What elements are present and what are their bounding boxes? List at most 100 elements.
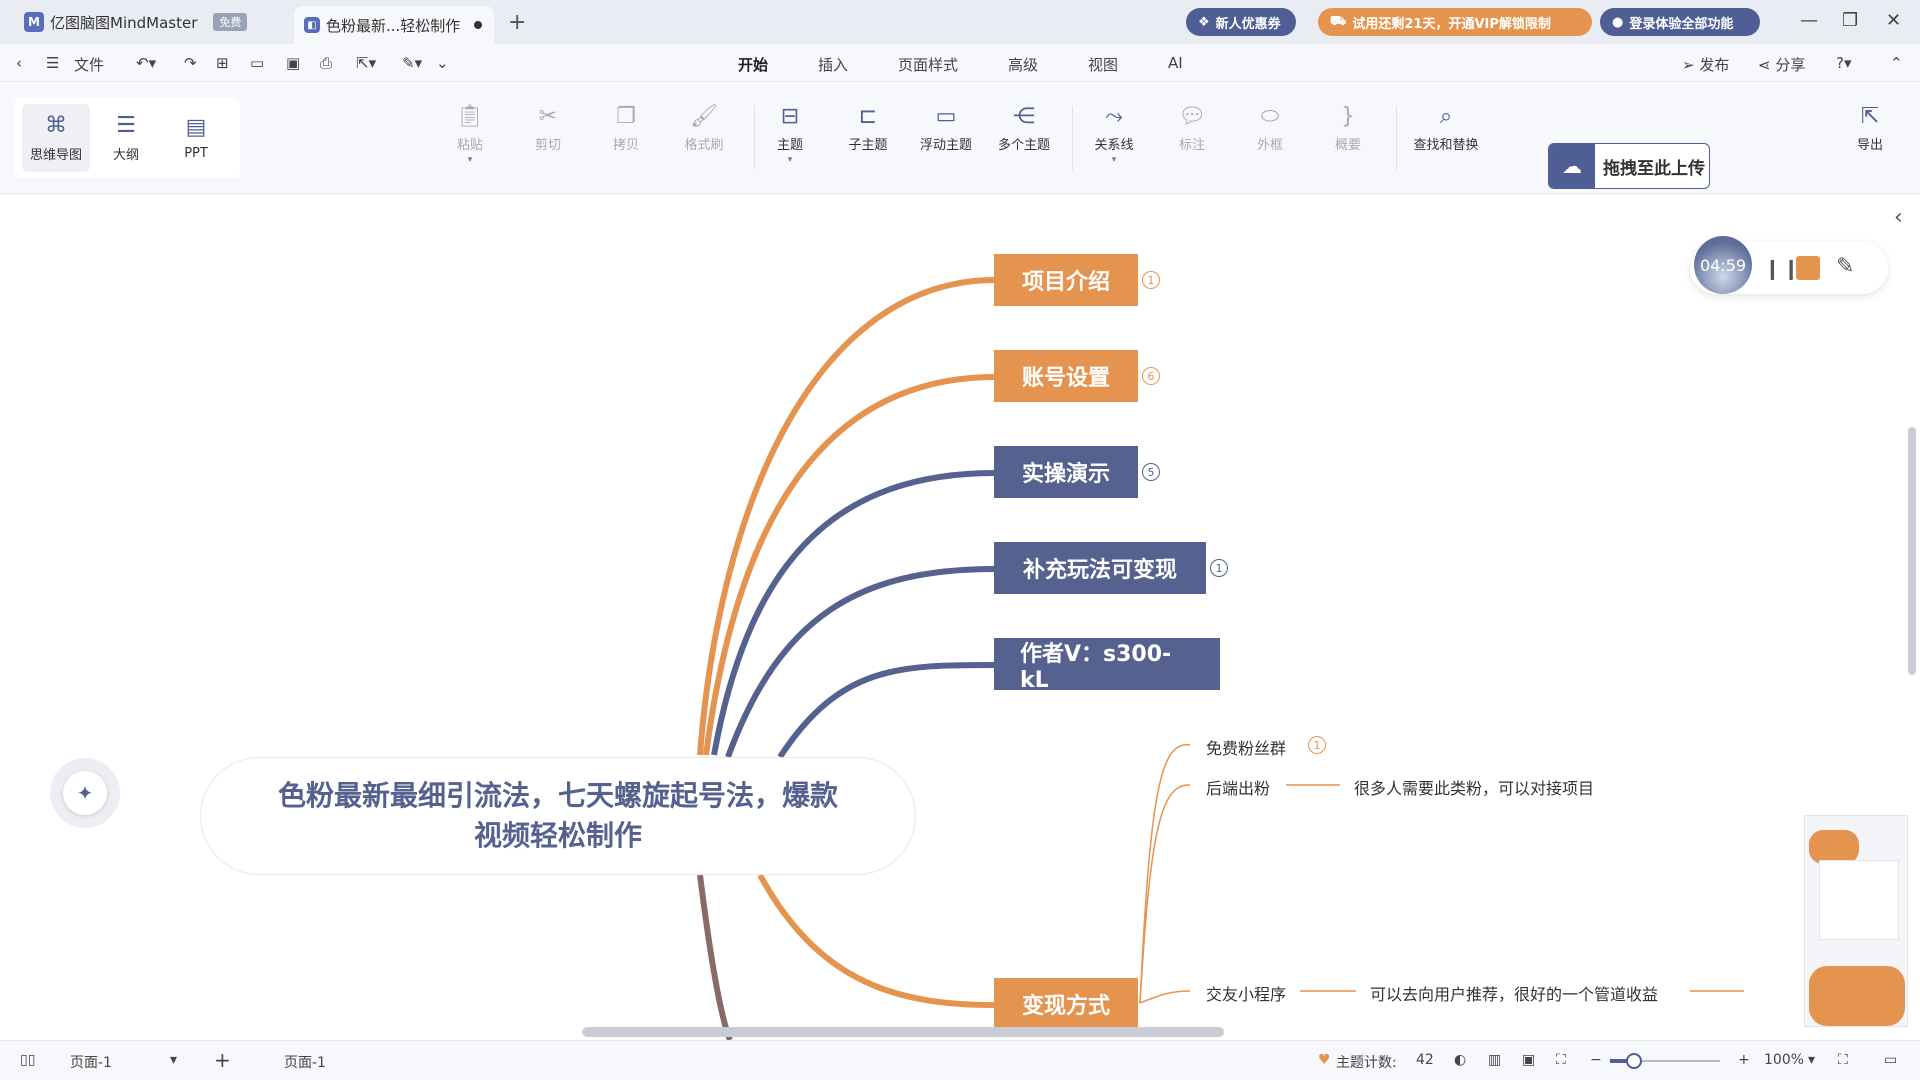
document-tab[interactable]: ◧ 色粉最新...轻松制作 — [294, 6, 494, 44]
fit-page-icon[interactable]: ▣ — [1522, 1052, 1535, 1068]
format-painter-label: 格式刷 — [684, 138, 724, 153]
add-page-icon[interactable]: + — [214, 1048, 231, 1072]
collapse-panel-chevron-left-icon[interactable]: ‹ — [1894, 205, 1920, 245]
export-button[interactable]: ⇱ 导出 — [1830, 104, 1910, 153]
minimap[interactable] — [1804, 815, 1908, 1027]
format-painter-button[interactable]: 🖌︎ 格式刷 — [664, 104, 744, 153]
topic-marker-badge[interactable]: 6 — [1142, 367, 1160, 385]
restore-icon[interactable]: ❐ — [1842, 10, 1858, 31]
topic-button[interactable]: ⊟ 主题 ▾ — [750, 104, 830, 165]
ai-assistant-button[interactable]: ✦ — [50, 758, 120, 828]
drag-upload-button[interactable]: ☁ 拖拽至此上传 — [1548, 143, 1710, 189]
tab-view[interactable]: 视图 — [1088, 54, 1118, 75]
close-icon[interactable]: ✕ — [1886, 10, 1901, 31]
callout-label: 标注 — [1178, 138, 1205, 153]
publish-button[interactable]: ➢ 发布 — [1682, 54, 1729, 75]
central-topic[interactable]: 色粉最新最细引流法，七天螺旋起号法，爆款 视频轻松制作 — [200, 757, 916, 875]
topic-label: 补充玩法可变现 — [1022, 558, 1177, 583]
app-tab[interactable]: M 亿图脑图MindMaster 免费 — [14, 6, 286, 38]
outline-view-button[interactable]: ☰ 大纲 — [92, 104, 160, 172]
help-icon[interactable]: ?▾ — [1836, 54, 1852, 72]
zoom-caret-icon[interactable]: ▾ — [1808, 1052, 1815, 1068]
callout-icon: 💬︎ — [1178, 104, 1206, 129]
login-button[interactable]: ● 登录体验全部功能 — [1600, 8, 1760, 36]
zoom-in-icon[interactable]: + — [1738, 1052, 1750, 1068]
tab-ai[interactable]: AI — [1168, 54, 1183, 72]
tab-advanced[interactable]: 高级 — [1008, 54, 1038, 75]
boundary-button[interactable]: ⬭ 外框 — [1230, 104, 1310, 153]
edit-icon[interactable]: ✎▾ — [402, 54, 422, 72]
panel-toggle-icon[interactable]: ▯▯ — [20, 1052, 35, 1068]
topic-account-setup[interactable]: 账号设置 — [994, 350, 1138, 402]
paste-button[interactable]: 📋︎ 粘贴 ▾ — [430, 104, 510, 165]
sidebar-toggle-icon[interactable]: ▭ — [1884, 1052, 1897, 1068]
trial-label: 试用还剩21天，开通VIP解锁限制 — [1352, 16, 1551, 32]
redo-icon[interactable]: ↷ — [184, 54, 197, 72]
open-folder-icon[interactable]: ▭ — [250, 54, 264, 72]
topic-author-contact[interactable]: 作者V：s300-kL — [994, 638, 1220, 693]
multiple-topics-button[interactable]: ⋲ 多个主题 — [984, 104, 1064, 153]
find-replace-button[interactable]: ⌕ 查找和替换 — [1402, 104, 1490, 153]
page-tab[interactable]: 页面-1 — [284, 1052, 326, 1072]
topic-monetization[interactable]: 变现方式 — [994, 978, 1138, 1030]
subtopic-free-group[interactable]: 免费粉丝群 — [1206, 735, 1286, 759]
zoom-out-icon[interactable]: − — [1590, 1052, 1602, 1068]
cut-button[interactable]: ✂ 剪切 — [508, 104, 588, 153]
subtopic-mini-program[interactable]: 交友小程序 — [1206, 981, 1286, 1005]
tab-page-style[interactable]: 页面样式 — [898, 54, 958, 75]
ppt-view-button[interactable]: ▤ PPT — [162, 104, 230, 172]
horizontal-scrollbar[interactable] — [582, 1027, 1224, 1037]
subtopic-button[interactable]: ⊏ 子主题 — [828, 104, 908, 153]
topic-practice-demo[interactable]: 实操演示 — [994, 446, 1138, 498]
save-icon[interactable]: ▣ — [286, 54, 300, 72]
more-icon[interactable]: ⌄ — [436, 54, 449, 72]
fullscreen-icon[interactable]: ⛶ — [1838, 1052, 1848, 1068]
trial-vip-button[interactable]: ⛟ 试用还剩21天，开通VIP解锁限制 — [1318, 8, 1592, 36]
topic-marker-badge[interactable]: 1 — [1142, 271, 1160, 289]
back-icon[interactable]: ‹ — [16, 54, 22, 72]
stop-icon[interactable] — [1796, 256, 1820, 280]
book-view-icon[interactable]: ▥ — [1488, 1052, 1501, 1068]
mindmap-view-button[interactable]: ⌘ 思维导图 — [22, 104, 90, 172]
tab-start[interactable]: 开始 — [733, 54, 773, 86]
topic-project-intro[interactable]: 项目介绍 — [994, 254, 1138, 306]
subtopic-mini-program-note[interactable]: 可以去向用户推荐，很好的一个管道收益 — [1370, 981, 1658, 1005]
undo-icon[interactable]: ↶▾ — [136, 54, 156, 72]
mindmap-canvas[interactable]: 项目介绍 1 账号设置 6 实操演示 5 补充玩法可变现 1 作者V：s300-… — [0, 195, 1920, 1040]
topic-marker-badge[interactable]: 5 — [1142, 463, 1160, 481]
hamburger-icon[interactable]: ☰ — [46, 54, 59, 72]
topic-caret-icon: ▾ — [787, 155, 793, 165]
print-icon[interactable]: ⎙ — [320, 54, 332, 72]
zoom-level[interactable]: 100% — [1764, 1052, 1804, 1068]
subtopic-backend[interactable]: 后端出粉 — [1206, 775, 1270, 799]
page-select[interactable]: 页面-1 — [70, 1052, 112, 1072]
relationship-button[interactable]: ⤳ 关系线 ▾ — [1074, 104, 1154, 165]
topic-marker-badge[interactable]: 1 — [1210, 559, 1228, 577]
page-select-caret-icon[interactable]: ▾ — [170, 1052, 177, 1068]
multiple-topics-icon: ⋲ — [1013, 104, 1035, 129]
minimize-icon[interactable]: — — [1800, 10, 1818, 31]
subtopic-icon: ⊏ — [858, 104, 878, 129]
branch-line — [777, 662, 996, 759]
zoom-slider-handle[interactable] — [1626, 1053, 1643, 1069]
collapse-ribbon-icon[interactable]: ⌃ — [1890, 54, 1903, 72]
subtopic-backend-note[interactable]: 很多人需要此类粉，可以对接项目 — [1354, 775, 1594, 799]
floating-topic-button[interactable]: ▭ 浮动主题 — [906, 104, 986, 153]
coupon-button[interactable]: ❖ 新人优惠券 — [1186, 8, 1296, 36]
file-menu[interactable]: 文件 — [74, 54, 104, 75]
pen-icon[interactable]: ✎ — [1836, 254, 1854, 279]
copy-button[interactable]: ❐ 拷贝 — [586, 104, 666, 153]
share-button[interactable]: ⋖ 分享 — [1758, 54, 1805, 75]
summary-button[interactable]: } 概要 — [1308, 104, 1388, 153]
theme-icon[interactable]: ◐ — [1454, 1052, 1466, 1068]
fit-screen-icon[interactable]: ⛶ — [1556, 1052, 1566, 1068]
subtopic-marker-badge[interactable]: 1 — [1308, 736, 1326, 754]
callout-button[interactable]: 💬︎ 标注 — [1152, 104, 1232, 153]
vertical-scrollbar[interactable] — [1908, 427, 1916, 675]
new-tab-plus-icon[interactable]: + — [508, 10, 526, 35]
tab-insert[interactable]: 插入 — [818, 54, 848, 75]
new-file-icon[interactable]: ⊞ — [216, 54, 229, 72]
export-icon[interactable]: ⇱▾ — [356, 54, 376, 72]
sub-branch-line — [1139, 784, 1191, 1004]
topic-extra-monetize[interactable]: 补充玩法可变现 — [994, 542, 1206, 594]
